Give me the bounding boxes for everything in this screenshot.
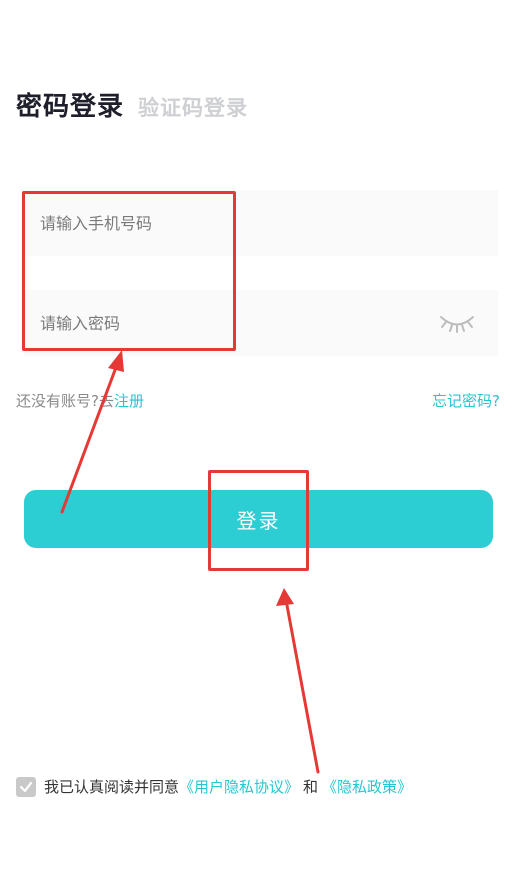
privacy-policy-link[interactable]: 《隐私政策》 <box>322 776 412 797</box>
agreement-checkbox[interactable] <box>16 776 36 797</box>
arrow-up-right <box>284 598 320 774</box>
login-page: 密码登录 验证码登录 还没有账号?去注册 忘记密码? 登录 我已认真阅读并同意 … <box>0 0 514 895</box>
annotation-box-button <box>208 470 309 571</box>
agreement-row: 我已认真阅读并同意 《用户隐私协议》 和 《隐私政策》 <box>16 776 412 797</box>
user-privacy-link[interactable]: 《用户隐私协议》 <box>179 776 299 797</box>
tab-password-login[interactable]: 密码登录 <box>16 86 124 123</box>
login-tabs: 密码登录 验证码登录 <box>16 86 248 123</box>
agreement-and: 和 <box>303 778 319 796</box>
annotation-box-fields <box>22 191 236 351</box>
eye-closed-icon[interactable] <box>438 310 476 334</box>
register-link[interactable]: 注册 <box>114 392 144 410</box>
tab-code-login[interactable]: 验证码登录 <box>138 92 248 122</box>
agreement-prefix: 我已认真阅读并同意 <box>44 778 180 796</box>
no-account-text: 还没有账号?去注册 <box>16 392 144 410</box>
forgot-password-link[interactable]: 忘记密码? <box>432 390 500 411</box>
check-icon <box>19 781 33 792</box>
arrowhead-up-right <box>276 588 294 606</box>
annotation-arrows <box>60 350 320 774</box>
